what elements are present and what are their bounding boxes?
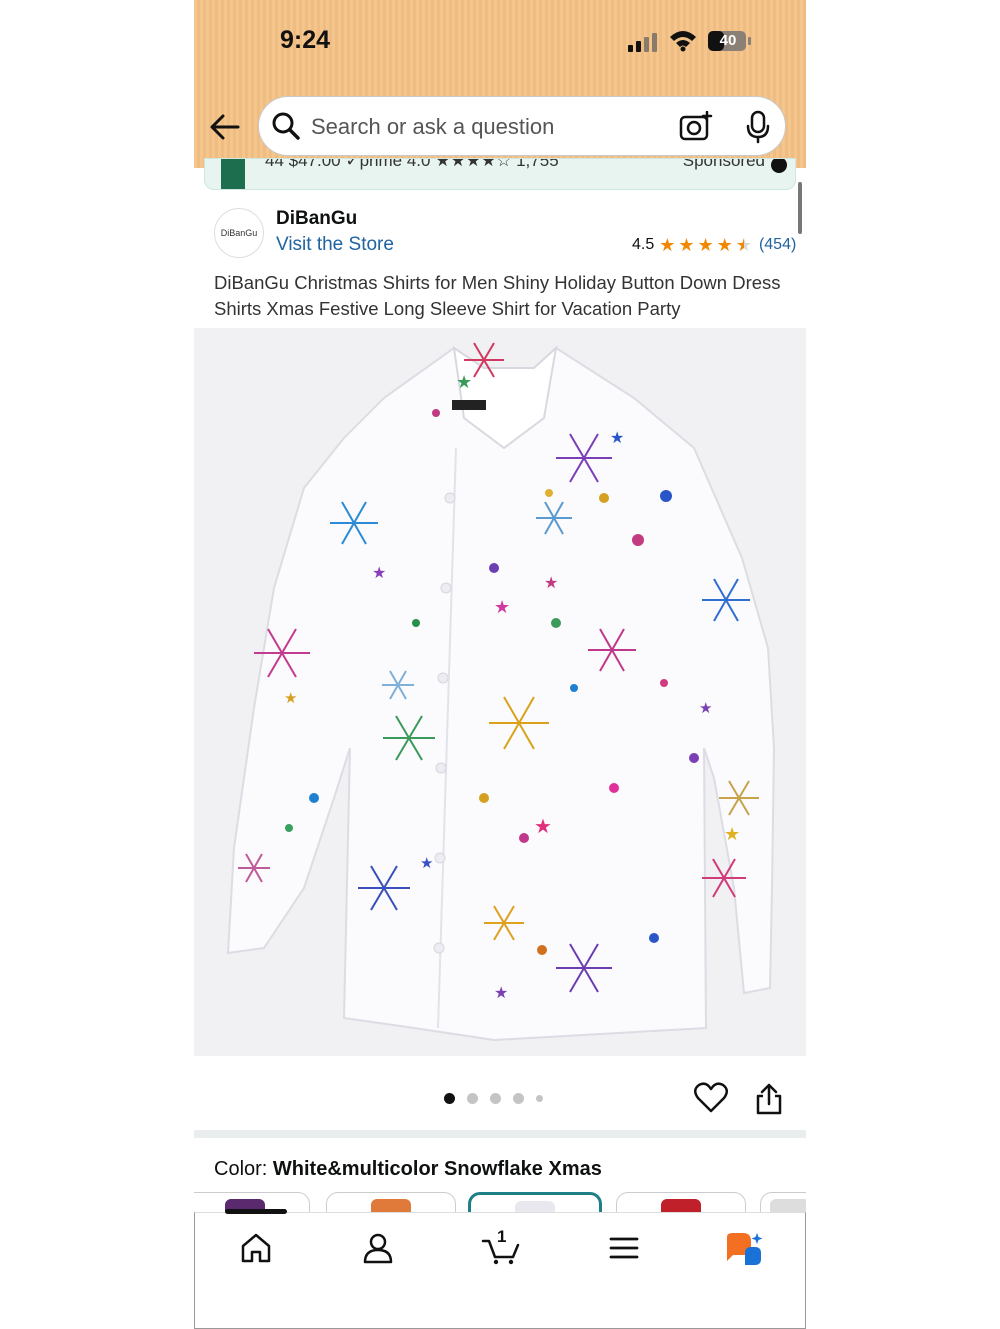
info-icon[interactable] xyxy=(771,159,787,173)
svg-text:★: ★ xyxy=(494,985,508,1002)
color-selection-label: Color: White&multicolor Snowflake Xmas xyxy=(214,1158,602,1181)
account-icon[interactable] xyxy=(361,1231,395,1265)
image-carousel-dots[interactable] xyxy=(444,1093,543,1104)
top-header: 9:24 40 Search or ask a question xyxy=(194,0,806,168)
star-icon: ★ xyxy=(659,235,676,255)
battery-level: 40 xyxy=(719,32,737,49)
active-tab-indicator xyxy=(225,1209,287,1214)
svg-text:★: ★ xyxy=(610,430,624,447)
cart-count: 1 xyxy=(497,1227,507,1246)
home-icon[interactable] xyxy=(239,1231,273,1265)
svg-text:★: ★ xyxy=(284,690,297,707)
section-divider xyxy=(194,1130,806,1138)
rating-value: 4.5 xyxy=(632,236,655,253)
menu-icon[interactable] xyxy=(607,1231,641,1265)
carousel-dot[interactable] xyxy=(536,1095,543,1102)
carousel-dot[interactable] xyxy=(490,1093,501,1104)
brand-name: DiBanGu xyxy=(276,208,358,229)
sponsored-ad-strip[interactable]: 44 $47.00 ✓prime 4.0 ★★★★☆ 1,755 Sponsor… xyxy=(204,158,796,190)
shirt-image: ★ ★ ★ ★ ★ ★ ★ ★ ★ ★ ★ xyxy=(226,342,776,1042)
carousel-dot[interactable] xyxy=(513,1093,524,1104)
share-icon[interactable] xyxy=(754,1082,784,1116)
svg-text:★: ★ xyxy=(456,372,472,392)
star-icon: ★ xyxy=(697,235,714,255)
brand-logo[interactable]: DiBanGu xyxy=(214,208,264,258)
sponsored-label: Sponsored xyxy=(682,158,765,170)
svg-text:★: ★ xyxy=(534,816,552,838)
svg-text:★: ★ xyxy=(420,855,433,872)
carousel-dot[interactable] xyxy=(467,1093,478,1104)
rating-count: (454) xyxy=(758,236,797,253)
heart-icon[interactable] xyxy=(694,1082,728,1114)
search-bar[interactable]: Search or ask a question xyxy=(258,96,786,156)
svg-text:★: ★ xyxy=(494,597,510,617)
carousel-dot[interactable] xyxy=(444,1093,455,1104)
microphone-icon[interactable] xyxy=(745,110,771,144)
scrollbar[interactable] xyxy=(798,182,802,234)
svg-text:★: ★ xyxy=(699,700,712,717)
camera-lens-icon[interactable] xyxy=(679,111,713,143)
search-input[interactable]: Search or ask a question xyxy=(311,114,554,140)
search-icon xyxy=(272,112,300,140)
bottom-navigation: 1 xyxy=(194,1209,806,1329)
star-icon: ★ xyxy=(716,235,733,255)
ad-price-rating: 44 $47.00 ✓prime 4.0 ★★★★☆ 1,755 xyxy=(265,158,559,170)
back-arrow-icon[interactable] xyxy=(208,112,242,142)
rufus-assistant-icon[interactable] xyxy=(723,1231,765,1269)
svg-text:★: ★ xyxy=(372,565,386,582)
rating-summary[interactable]: 4.5 ★ ★ ★ ★ ★ (454) xyxy=(632,236,796,254)
product-image[interactable]: ★ ★ ★ ★ ★ ★ ★ ★ ★ ★ ★ xyxy=(194,328,806,1056)
color-label: Color: xyxy=(214,1158,273,1180)
visit-store-link[interactable]: Visit the Store xyxy=(276,234,394,256)
svg-text:★: ★ xyxy=(544,575,558,592)
product-title: DiBanGu Christmas Shirts for Men Shiny H… xyxy=(214,272,781,319)
color-value: White&multicolor Snowflake Xmas xyxy=(272,1158,602,1180)
app-screen: 9:24 40 Search or ask a question 44 $47.… xyxy=(194,0,806,1329)
star-icon: ★ xyxy=(678,235,695,255)
wifi-icon xyxy=(670,31,696,52)
svg-text:★: ★ xyxy=(724,824,740,844)
ad-product-image xyxy=(221,159,245,189)
cellular-signal-icon xyxy=(628,33,657,52)
half-star-icon: ★ xyxy=(735,235,752,255)
status-time: 9:24 xyxy=(280,26,331,54)
